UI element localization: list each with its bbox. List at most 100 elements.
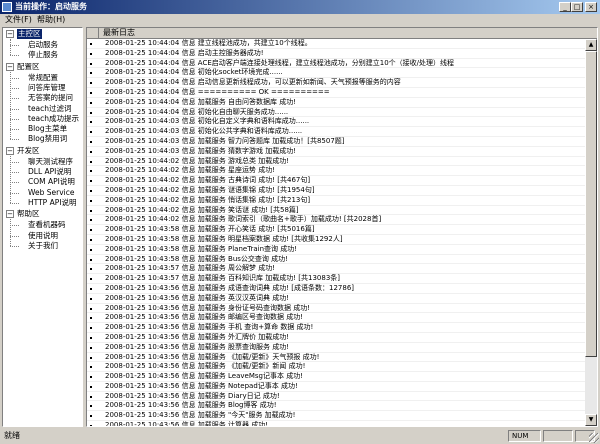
log-text: 2008-01-25 10:43:56 信息 加载服务 LeaveMsg记事本 …: [105, 372, 304, 381]
tree-item[interactable]: 启动服务: [28, 40, 58, 50]
log-row[interactable]: 2008-01-25 10:44:02 信息 加载服务 古典诗词 成功! [共4…: [87, 176, 585, 186]
scroll-down-icon[interactable]: ▼: [585, 414, 597, 426]
tree-item[interactable]: 聊天测试程序: [28, 157, 73, 167]
log-row[interactable]: 2008-01-25 10:44:04 信息 初始化socket环境完成....…: [87, 68, 585, 79]
log-row[interactable]: 2008-01-25 10:44:02 信息 加载服务 歌词索引（歌曲名+歌手）…: [87, 215, 585, 226]
log-row[interactable]: 2008-01-25 10:44:04 信息 初始化自由聊天服务成功......: [87, 108, 585, 118]
log-row[interactable]: 2008-01-25 10:43:56 信息 加载服务 外汇牌价 加载成功!: [87, 333, 585, 343]
log-row[interactable]: 2008-01-25 10:43:56 信息 加载服务 身份证号码查询数据 成功…: [87, 304, 585, 314]
log-row[interactable]: 2008-01-25 10:43:56 信息 加载服务 《加载/更新》新闻 成功…: [87, 362, 585, 373]
column-header-marker[interactable]: [87, 28, 99, 39]
title-bar: 当前操作：启动服务 _ □ ×: [0, 0, 600, 14]
bullet-icon: [90, 327, 92, 330]
log-row[interactable]: 2008-01-25 10:43:58 信息 加载服务 PlaneTrain查询…: [87, 245, 585, 255]
log-text: 2008-01-25 10:43:56 信息 加载服务 英汉汉英词典 成功!: [105, 293, 290, 302]
bullet-icon: [90, 72, 92, 75]
tree-item[interactable]: teach过滤词: [28, 104, 72, 114]
scroll-up-icon[interactable]: ▲: [585, 39, 597, 51]
log-row[interactable]: 2008-01-25 10:44:04 信息 启动信息更新线程成功，可以更新如新…: [87, 78, 585, 88]
log-row[interactable]: 2008-01-25 10:43:58 信息 加载服务 明星档案数据 成功! […: [87, 235, 585, 245]
bullet-icon: [90, 366, 92, 369]
log-row[interactable]: 2008-01-25 10:44:04 信息 ========== OK ===…: [87, 88, 585, 98]
log-row[interactable]: 2008-01-25 10:44:02 信息 加载服务 星座运势 成功!: [87, 166, 585, 177]
log-row[interactable]: 2008-01-25 10:43:56 信息 加载服务 英汉汉英词典 成功!: [87, 294, 585, 304]
resize-grip-icon[interactable]: [589, 433, 599, 443]
log-text: 2008-01-25 10:43:58 信息 加载服务 PlaneTrain查询…: [105, 244, 298, 253]
tree-item[interactable]: 关于我们: [28, 241, 58, 251]
log-row[interactable]: 2008-01-25 10:43:56 信息 加载服务 Notepad记事本 成…: [87, 382, 585, 392]
log-row[interactable]: 2008-01-25 10:43:57 信息 加载服务 周公解梦 成功!: [87, 264, 585, 275]
bullet-icon: [90, 180, 92, 183]
bullet-icon: [90, 376, 92, 379]
tree-group-label: 开发区: [17, 145, 40, 155]
scroll-thumb[interactable]: [585, 51, 597, 357]
minimize-button[interactable]: _: [559, 2, 571, 12]
tree-item[interactable]: 无答案的提问: [28, 93, 73, 103]
log-text: 2008-01-25 10:44:03 信息 加载服务 猜数字游戏 加载成功!: [105, 146, 297, 155]
menu-bar: 文件(F) 帮助(H): [0, 14, 600, 26]
log-row[interactable]: 2008-01-25 10:44:03 信息 初始化公共字典和语料库成功....…: [87, 127, 585, 137]
log-row[interactable]: 2008-01-25 10:43:57 信息 加载服务 百科知识库 加载成功! …: [87, 274, 585, 284]
tree-item[interactable]: HTTP API说明: [28, 198, 76, 208]
tree-item[interactable]: 常规配置: [28, 73, 58, 83]
log-panel: 最新日志 2008-01-25 10:44:04 信息 建立线程池成功，共建立1…: [86, 27, 598, 427]
log-text: 2008-01-25 10:43:57 信息 加载服务 周公解梦 成功!: [105, 264, 276, 273]
log-row[interactable]: 2008-01-25 10:44:03 信息 加载服务 智力问答题库 加载成功！…: [87, 137, 585, 147]
log-text: 2008-01-25 10:44:03 信息 初始化公共字典和语料库成功....…: [105, 127, 303, 136]
tree-item[interactable]: Web Service: [28, 188, 74, 198]
log-text: 2008-01-25 10:44:02 信息 加载服务 歌词索引（歌曲名+歌手）…: [105, 215, 382, 224]
log-row[interactable]: 2008-01-25 10:43:56 信息 加载服务 "今天"服务 加载成功!: [87, 411, 585, 422]
tree-group-label: 配置区: [17, 61, 40, 71]
tree-item[interactable]: teach成功提示: [28, 114, 79, 124]
collapse-toggle-icon[interactable]: −: [6, 30, 14, 38]
status-bar: 就绪 NUM: [0, 428, 600, 444]
log-row[interactable]: 2008-01-25 10:43:56 信息 加载服务 邮编区号查询数据 成功!: [87, 313, 585, 324]
log-text: 2008-01-25 10:44:03 信息 加载服务 智力问答题库 加载成功！…: [105, 136, 345, 145]
tree-item[interactable]: Blog禁用词: [28, 134, 67, 144]
column-header-log[interactable]: 最新日志: [99, 28, 597, 39]
log-row[interactable]: 2008-01-25 10:44:04 信息 建立线程池成功，共建立10个线程。: [87, 39, 585, 49]
log-row[interactable]: 2008-01-25 10:44:02 信息 加载服务 谜语集锦 成功! [共1…: [87, 186, 585, 196]
collapse-toggle-icon[interactable]: −: [6, 210, 14, 219]
log-row[interactable]: 2008-01-25 10:44:02 信息 加载服务 悄话集锦 成功! [共2…: [87, 196, 585, 206]
bullet-icon: [90, 62, 92, 65]
collapse-toggle-icon[interactable]: −: [6, 62, 14, 71]
tree-item[interactable]: Blog主菜单: [28, 124, 67, 134]
bullet-icon: [90, 219, 92, 222]
log-row[interactable]: 2008-01-25 10:43:56 信息 加载服务 Blog博客 成功!: [87, 401, 585, 412]
log-row[interactable]: 2008-01-25 10:44:04 信息 ACE启动客户端连接处理线程，建立…: [87, 59, 585, 69]
log-row[interactable]: 2008-01-25 10:43:56 信息 加载服务 手机 查询+算命 数据 …: [87, 323, 585, 333]
log-text: 2008-01-25 10:43:58 信息 加载服务 开心笑话 成功! [共5…: [105, 225, 315, 234]
collapse-toggle-icon[interactable]: −: [6, 146, 14, 155]
maximize-button[interactable]: □: [571, 2, 583, 12]
tree-item[interactable]: 停止服务: [28, 50, 58, 60]
menu-file[interactable]: 文件(F): [5, 15, 32, 25]
log-row[interactable]: 2008-01-25 10:43:58 信息 加载服务 开心笑话 成功! [共5…: [87, 225, 585, 235]
log-row[interactable]: 2008-01-25 10:43:56 信息 加载服务 股票查询服务 成功!: [87, 343, 585, 353]
log-text: 2008-01-25 10:43:56 信息 加载服务 Diary日记 成功!: [105, 391, 280, 400]
log-scrollbar[interactable]: ▲ ▼: [585, 39, 597, 426]
log-row[interactable]: 2008-01-25 10:44:02 信息 加载服务 游戏总类 加载成功!: [87, 157, 585, 167]
tree-item[interactable]: 查看机器码: [28, 220, 66, 230]
tree-item[interactable]: 问答库管理: [28, 83, 66, 93]
log-row[interactable]: 2008-01-25 10:43:56 信息 加载服务 Diary日记 成功!: [87, 392, 585, 402]
bullet-icon: [90, 91, 92, 94]
log-row[interactable]: 2008-01-25 10:43:56 信息 加载服务 《加载/更新》天气预报 …: [87, 353, 585, 363]
tree-item[interactable]: 使用说明: [28, 231, 58, 241]
log-row[interactable]: 2008-01-25 10:44:04 信息 加载服务 自由问答数据库 成功!: [87, 98, 585, 108]
log-row[interactable]: 2008-01-25 10:44:02 信息 加载服务 笑话谜 成功! [共58…: [87, 206, 585, 216]
log-text: 2008-01-25 10:44:04 信息 启动信息更新线程成功，可以更新如新…: [105, 78, 401, 87]
log-row[interactable]: 2008-01-25 10:44:03 信息 初始化自定义字典和语料库成功...…: [87, 117, 585, 128]
log-row[interactable]: 2008-01-25 10:43:56 信息 加载服务 计算器 成功!: [87, 421, 585, 426]
log-row[interactable]: 2008-01-25 10:43:56 信息 加载服务 成语查询词典 成功! […: [87, 284, 585, 294]
log-row[interactable]: 2008-01-25 10:44:03 信息 加载服务 猜数字游戏 加载成功!: [87, 147, 585, 157]
close-button[interactable]: ×: [585, 2, 597, 12]
log-row[interactable]: 2008-01-25 10:43:56 信息 加载服务 LeaveMsg记事本 …: [87, 372, 585, 382]
tree-connector: [10, 235, 19, 237]
log-row[interactable]: 2008-01-25 10:43:58 信息 加载服务 Bus公交查询 成功!: [87, 255, 585, 265]
bullet-icon: [90, 268, 92, 271]
tree-item[interactable]: DLL API说明: [28, 167, 71, 177]
menu-help[interactable]: 帮助(H): [37, 15, 65, 25]
log-row[interactable]: 2008-01-25 10:44:04 信息 启动主控服务器成功!: [87, 49, 585, 59]
tree-item[interactable]: COM API说明: [28, 177, 75, 187]
